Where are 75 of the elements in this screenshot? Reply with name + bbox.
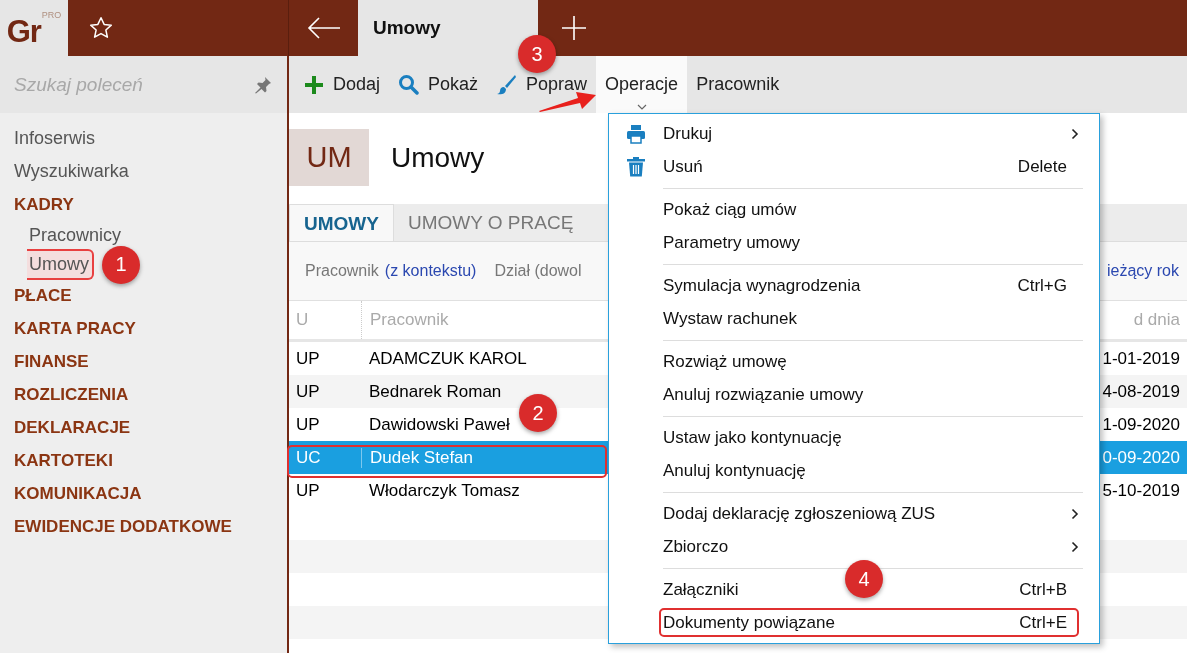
printer-icon (626, 123, 646, 144)
menu-item[interactable]: Ustaw jako kontynuację (663, 427, 842, 448)
table-cell-text: 1-01-2019 (1101, 348, 1181, 369)
table-cell-text: ADAMCZUK KAROL (368, 348, 528, 369)
table-cell-text: UP (295, 348, 321, 369)
shortcut-label: Ctrl+B (1019, 579, 1067, 600)
menu-item[interactable]: Rozwiąż umowę (663, 351, 787, 372)
nav-section[interactable]: FINANSE (14, 345, 89, 378)
table-cell-text: Bednarek Roman (368, 381, 503, 402)
table-cell-text: UP (295, 381, 321, 402)
menu-item[interactable]: Symulacja wynagrodzenia (663, 275, 861, 296)
nav-section[interactable]: KARTOTEKI (14, 444, 113, 477)
table-cell-text: UP (295, 480, 321, 501)
menu-item[interactable]: Usuń (663, 156, 703, 177)
nav-section[interactable]: KARTA PRACY (14, 312, 136, 345)
filter-link[interactable]: ieżący rok (1106, 262, 1179, 280)
section-tab[interactable]: UMOWY O PRACĘ (393, 204, 588, 241)
table-cell-text: 0-09-2020 (1101, 447, 1181, 468)
table-cell-text: Dawidowski Paweł (368, 414, 511, 435)
table-cell-text: 4-08-2019 (1101, 381, 1181, 402)
table-cell-text: UC (295, 447, 322, 468)
toolbar-button[interactable]: Pracownik (687, 56, 789, 113)
toolbar-button[interactable]: Pokaż (389, 56, 488, 113)
nav-section[interactable]: KOMUNIKACJA (14, 477, 142, 510)
table-cell-text: Włodarczyk Tomasz (368, 480, 521, 501)
chevron-down-icon (636, 104, 647, 110)
search-bar[interactable]: Szukaj poleceń (0, 56, 287, 113)
menu-item[interactable]: Parametry umowy (663, 232, 800, 253)
module-badge: UM (289, 129, 369, 186)
filter-link[interactable]: (z kontekstu) (384, 262, 477, 280)
toolbar-button[interactable]: Dodaj (295, 56, 390, 113)
filter-label: Pracownik (305, 262, 379, 280)
menu-item[interactable]: Anuluj rozwiązanie umowy (663, 384, 864, 405)
callout-badge: 2 (519, 394, 557, 432)
section-tab[interactable]: UMOWY (289, 204, 394, 241)
shortcut-label: Delete (1017, 156, 1067, 177)
nav-link[interactable]: Infoserwis (14, 122, 96, 155)
nav-section[interactable]: PŁACE (14, 279, 72, 312)
plus-icon[interactable] (561, 15, 587, 41)
menu-item[interactable]: Drukuj (663, 123, 713, 144)
plus-icon (304, 74, 324, 95)
nav-link[interactable]: Wyszukiwarka (14, 155, 129, 188)
search-icon (398, 74, 420, 95)
page-title: Umowy (391, 141, 485, 174)
filter-label: Dział (dowol (494, 262, 582, 280)
callout-badge: 4 (845, 560, 883, 598)
nav-section[interactable]: EWIDENCJE DODATKOWE (14, 510, 232, 543)
star-icon[interactable] (88, 15, 114, 41)
nav-section[interactable]: DEKLARACJE (14, 411, 131, 444)
pin-icon[interactable] (253, 74, 273, 95)
menu-item[interactable]: Wystaw rachunek (663, 308, 797, 329)
table-cell: Dudek Stefan (361, 447, 607, 468)
menu-item[interactable]: Załączniki (663, 579, 739, 600)
table-cell-text: 5-10-2019 (1101, 480, 1181, 501)
search-field[interactable]: Szukaj poleceń (14, 73, 253, 96)
menu-item[interactable]: Pokaż ciąg umów (663, 199, 797, 220)
back-arrow-icon[interactable] (306, 17, 341, 39)
nav-subitem[interactable]: Umowy (27, 249, 94, 280)
shortcut-label: Ctrl+E (1019, 612, 1067, 633)
menu-item[interactable]: Dodaj deklarację zgłoszeniową ZUS (663, 503, 936, 524)
toolbar-button[interactable]: Operacje (596, 56, 688, 113)
table-cell-text: 1-09-2020 (1101, 414, 1181, 435)
trash-icon (627, 156, 645, 177)
callout-badge: 1 (102, 245, 140, 284)
menu-item[interactable]: Zbiorczo (663, 536, 729, 557)
app-logo: Gr (6, 14, 41, 50)
shortcut-label: Ctrl+G (1017, 275, 1067, 296)
nav-section[interactable]: KADRY (14, 188, 74, 221)
menu-item[interactable]: Dokumenty powiązane (663, 612, 835, 633)
brush-icon (496, 74, 518, 95)
logo-superscript-label: PRO (41, 10, 62, 20)
nav-section[interactable]: ROZLICZENIA (14, 378, 129, 411)
callout-badge: 3 (518, 35, 557, 73)
menu-item[interactable]: Anuluj kontynuację (663, 460, 806, 481)
table-cell-text: UP (295, 414, 321, 435)
